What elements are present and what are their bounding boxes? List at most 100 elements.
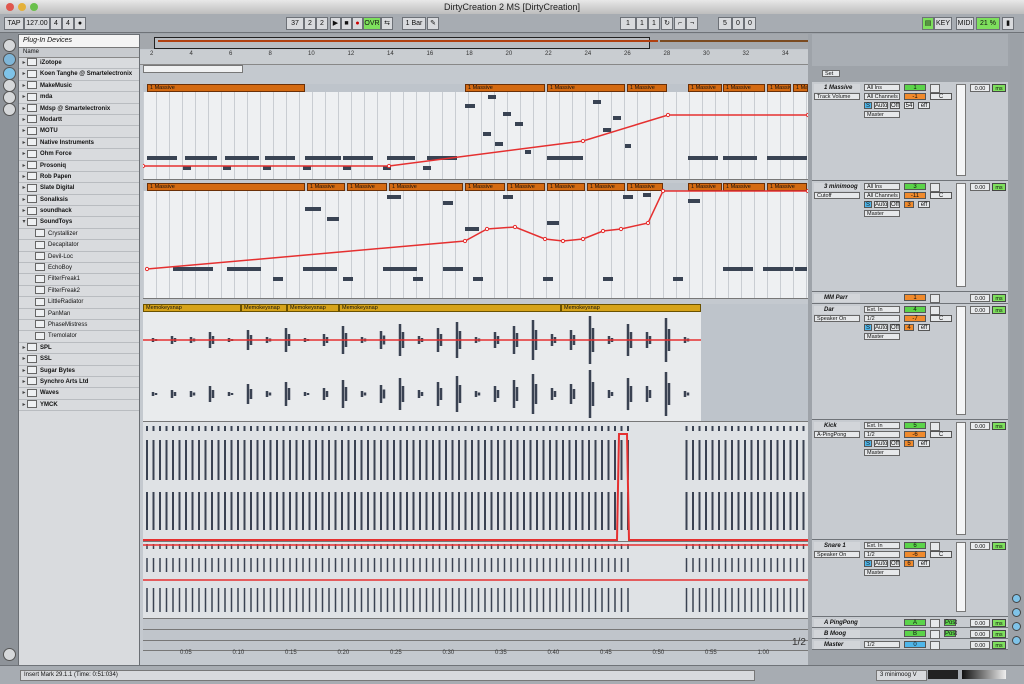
automation-param-select[interactable]: Cutoff: [814, 192, 860, 199]
loop-brace[interactable]: [143, 65, 243, 73]
browser-item[interactable]: ▸ Synchro Arts Ltd: [19, 377, 139, 389]
effect-button[interactable]: eff: [918, 440, 930, 447]
browser-item[interactable]: ▸ Native Instruments: [19, 138, 139, 150]
track-lane-dar[interactable]: Memokeysnap Memokeysnap Memokeysnap Memokey…: [143, 304, 808, 422]
io-toggle-icon[interactable]: [1012, 622, 1021, 631]
track-lane-snare[interactable]: [143, 542, 808, 619]
pan-field[interactable]: C: [930, 551, 952, 558]
track-name[interactable]: 3 minimoog: [814, 183, 860, 191]
browser-item[interactable]: ▸ iZotope: [19, 58, 139, 70]
solo-button[interactable]: S: [864, 560, 872, 567]
solo-icon[interactable]: [930, 183, 940, 192]
browser-item[interactable]: ▸ MOTU: [19, 126, 139, 138]
monitor-off-button[interactable]: Off: [890, 440, 900, 447]
effect-button[interactable]: eff: [918, 201, 930, 208]
browser-item[interactable]: ▾ SoundToys: [19, 217, 139, 229]
delay-ms-button[interactable]: ms: [992, 630, 1006, 638]
automation-envelope[interactable]: [143, 183, 808, 298]
volume-field[interactable]: -11: [904, 192, 926, 199]
zoom-out-icon[interactable]: [1012, 608, 1021, 617]
output-select[interactable]: Master: [864, 210, 900, 217]
zoom-in-icon[interactable]: [1012, 594, 1021, 603]
loop-icon[interactable]: ↻: [661, 17, 673, 30]
browser-item[interactable]: FilterFreak1: [19, 274, 139, 286]
input-channel-select[interactable]: 1/2: [864, 551, 900, 558]
solo-icon[interactable]: [930, 542, 940, 551]
tap-button[interactable]: TAP: [4, 17, 24, 30]
track-activator[interactable]: 1: [904, 294, 926, 301]
input-type-select[interactable]: Ext. In: [864, 306, 900, 313]
pan-field[interactable]: C: [930, 315, 952, 322]
clip-header[interactable]: Memokeysnap: [287, 304, 339, 312]
effect-button[interactable]: eff: [918, 324, 930, 331]
solo-icon[interactable]: [930, 84, 940, 93]
send-mode-button[interactable]: Post: [944, 619, 957, 626]
input-channel-select[interactable]: 1/2: [864, 641, 900, 648]
input-type-select[interactable]: All Ins: [864, 183, 900, 190]
punch-in-icon[interactable]: ⌐: [674, 17, 686, 30]
overdub-button[interactable]: OVR: [363, 17, 381, 30]
delay-ms-button[interactable]: ms: [992, 183, 1006, 191]
auto-button[interactable]: Auto: [874, 324, 888, 331]
browser-item[interactable]: ▸ Waves: [19, 388, 139, 400]
solo-icon[interactable]: [930, 306, 940, 315]
input-channel-select[interactable]: All Channels: [864, 192, 900, 199]
automation-param-select[interactable]: Track Volume: [814, 93, 860, 100]
clip-header[interactable]: Memokeysnap: [561, 304, 701, 312]
loop-length-beat[interactable]: 0: [732, 17, 744, 30]
automation-param-select[interactable]: Speaker On: [814, 315, 860, 322]
record-arm-button[interactable]: 6: [904, 560, 914, 567]
loop-length-bar[interactable]: 5: [718, 17, 732, 30]
clip-header[interactable]: Memokeysnap: [339, 304, 561, 312]
browser-item[interactable]: ▸ Sonalksis: [19, 195, 139, 207]
solo-button[interactable]: S: [864, 201, 872, 208]
browser-item[interactable]: ▸ Prosoniq: [19, 160, 139, 172]
browser-item[interactable]: LittleRadiator: [19, 297, 139, 309]
input-channel-select[interactable]: All Channels: [864, 93, 900, 100]
browser-item[interactable]: ▸ mda: [19, 92, 139, 104]
browser-name-column[interactable]: Name: [19, 48, 139, 58]
monitor-off-button[interactable]: Off: [890, 102, 900, 109]
output-select[interactable]: Master: [864, 333, 900, 340]
track-activator[interactable]: 5: [904, 422, 926, 429]
delay-ms-button[interactable]: ms: [992, 84, 1006, 92]
browser-item[interactable]: Tremolator: [19, 331, 139, 343]
delay-ms-button[interactable]: ms: [992, 619, 1006, 627]
beat-ruler[interactable]: 2 4 6 8 10 12 14 16 18 20 22 24 26 28 30 32 34: [140, 50, 808, 65]
monitor-off-button[interactable]: Off: [890, 201, 900, 208]
volume-field[interactable]: -7: [904, 315, 926, 322]
loop-start-bar[interactable]: 1: [620, 17, 636, 30]
solo-icon[interactable]: [930, 619, 940, 628]
browser-item[interactable]: Crystallizer: [19, 229, 139, 241]
key-map-button[interactable]: KEY: [934, 17, 952, 30]
volume-field[interactable]: -6: [904, 551, 926, 558]
send-field[interactable]: 54: [904, 102, 914, 109]
clip-header[interactable]: Memokeysnap: [241, 304, 287, 312]
track-activator[interactable]: B: [904, 630, 926, 637]
send-mode-button[interactable]: Post: [944, 630, 957, 637]
signature-denominator[interactable]: 4: [62, 17, 74, 30]
track-name[interactable]: Master: [814, 641, 860, 649]
automation-envelope[interactable]: [143, 84, 808, 179]
midi-map-button[interactable]: MIDI: [956, 17, 974, 30]
track-name[interactable]: Kick: [814, 422, 860, 430]
solo-icon[interactable]: [930, 641, 940, 650]
browser-item[interactable]: ▸ soundhack: [19, 206, 139, 218]
track-lane-kick[interactable]: [143, 422, 808, 542]
auto-button[interactable]: Auto: [874, 102, 888, 109]
browser-item[interactable]: Devil-Loc: [19, 252, 139, 264]
input-type-select[interactable]: Ext. In: [864, 542, 900, 549]
track-activator[interactable]: 3: [904, 183, 926, 190]
delay-ms-button[interactable]: ms: [992, 542, 1006, 550]
delay-ms-button[interactable]: ms: [992, 294, 1006, 302]
automation-param-select[interactable]: A-PingPong: [814, 431, 860, 438]
effect-button[interactable]: eff: [918, 560, 930, 567]
metronome-icon[interactable]: ●: [74, 17, 86, 30]
vertical-scrollbar[interactable]: [1010, 34, 1022, 665]
file-browser-3-icon[interactable]: [3, 103, 16, 116]
input-type-select[interactable]: All Ins: [864, 84, 900, 91]
browser-item[interactable]: PhaseMistress: [19, 320, 139, 332]
browser-item[interactable]: Decapitator: [19, 240, 139, 252]
browser-item[interactable]: ▸ MakeMusic: [19, 81, 139, 93]
monitor-off-button[interactable]: Off: [890, 324, 900, 331]
